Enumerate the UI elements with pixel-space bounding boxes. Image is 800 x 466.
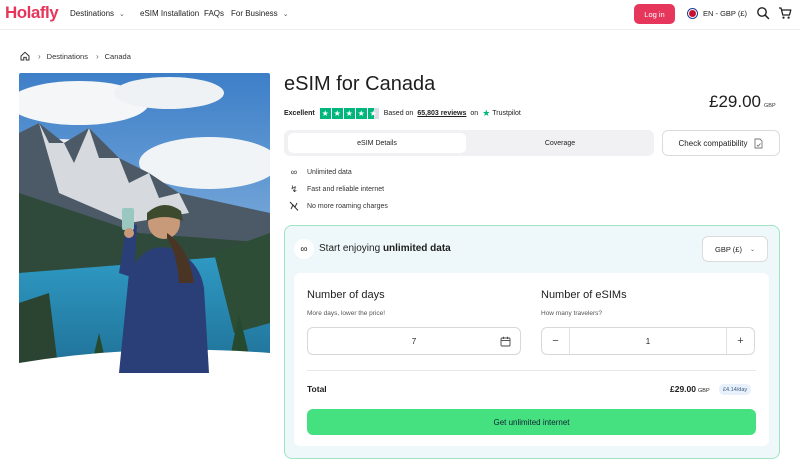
total-price: £29.00 GBP <box>670 384 710 394</box>
chevron-down-icon: ⌄ <box>119 11 125 18</box>
document-icon <box>755 138 763 148</box>
nav-faqs-label: FAQs <box>204 9 225 18</box>
divider <box>307 370 756 371</box>
home-icon[interactable] <box>20 51 30 61</box>
days-title: Number of days <box>307 289 385 301</box>
feature-no-roaming: No more roaming charges <box>288 201 388 211</box>
days-field[interactable]: 7 <box>307 327 521 355</box>
chevron-right-icon: › <box>95 51 99 61</box>
trustpilot-star-icon: ★ <box>482 108 491 118</box>
plan-heading-bold: unlimited data <box>382 243 451 254</box>
reviews-link[interactable]: 65,803 reviews <box>417 110 466 117</box>
star-icon: ★ <box>343 108 355 119</box>
language-selector[interactable]: EN - GBP (£) <box>688 9 747 18</box>
currency-select[interactable]: GBP (£) ⌄ <box>702 236 768 262</box>
tab-esim-details[interactable]: eSIM Details <box>288 133 466 153</box>
half-star-icon: ★ <box>367 108 379 119</box>
star-icon: ★ <box>319 108 331 119</box>
infinity-icon: ∞ <box>294 239 314 259</box>
star-rating: ★ ★ ★ ★ ★ <box>319 108 379 119</box>
holafly-logo[interactable]: Holafly <box>5 3 59 23</box>
days-value: 7 <box>411 336 417 346</box>
calendar-icon[interactable] <box>500 336 511 347</box>
chevron-down-icon: ⌄ <box>749 246 755 253</box>
plan-heading-prefix: Start enjoying <box>319 243 381 254</box>
logo-text: Holafly <box>5 3 59 22</box>
breadcrumb-destinations[interactable]: Destinations <box>47 52 88 61</box>
star-icon: ★ <box>331 108 343 119</box>
check-compatibility-button[interactable]: Check compatibility <box>662 130 780 156</box>
feature-unlimited-data: ∞ Unlimited data <box>288 167 352 177</box>
hero-image <box>19 73 270 375</box>
feature-label: Fast and reliable internet <box>307 185 385 193</box>
feature-label: Unlimited data <box>307 168 352 176</box>
esims-title: Number of eSIMs <box>541 289 627 301</box>
check-compatibility-label: Check compatibility <box>678 138 748 148</box>
price-currency: GBP <box>764 103 776 109</box>
uk-flag-icon <box>688 9 697 18</box>
feature-fast-internet: ↯ Fast and reliable internet <box>288 184 384 194</box>
details-tabs: eSIM Details Coverage <box>284 130 654 156</box>
infinity-icon: ∞ <box>290 167 298 177</box>
decrement-button[interactable]: − <box>542 328 570 354</box>
no-roaming-icon <box>289 201 299 211</box>
total-price-currency: GBP <box>698 388 710 394</box>
plan-heading: Start enjoying unlimited data <box>319 243 451 254</box>
total-label: Total <box>307 384 327 394</box>
nav-destinations[interactable]: Destinations ⌄ <box>70 9 125 18</box>
language-label: EN - GBP (£) <box>703 9 748 18</box>
top-header: Holafly Destinations ⌄ eSIM Installation … <box>0 0 800 30</box>
trustpilot-rating: Excellent ★ ★ ★ ★ ★ Based on 65,803 revi… <box>284 108 521 119</box>
feature-label: No more roaming charges <box>307 202 388 210</box>
chevron-right-icon: › <box>38 51 41 61</box>
increment-button[interactable]: + <box>726 328 754 354</box>
per-day-badge: £4.14/day <box>719 384 752 395</box>
nav-esim-installation[interactable]: eSIM Installation <box>140 9 199 18</box>
tab-coverage[interactable]: Coverage <box>470 133 650 153</box>
login-button[interactable]: Log in <box>634 4 675 24</box>
nav-for-business[interactable]: For Business ⌄ <box>231 9 289 18</box>
breadcrumb-canada: Canada <box>104 51 131 61</box>
nav-for-business-label: For Business <box>231 9 278 18</box>
page-title: eSIM for Canada <box>284 73 436 95</box>
get-unlimited-internet-button[interactable]: Get unlimited internet <box>307 409 756 435</box>
reviews-prefix: Based on <box>383 110 414 117</box>
cart-icon[interactable] <box>778 6 792 20</box>
chevron-down-icon: ⌄ <box>282 11 289 18</box>
reviews-on: on <box>470 110 479 117</box>
price-value: £29.00 <box>709 92 761 111</box>
nav-esim-installation-label: eSIM Installation <box>140 9 200 18</box>
breadcrumb: › Destinations › Canada <box>20 51 131 61</box>
esims-subtitle: How many travelers? <box>541 310 603 317</box>
bolt-icon: ↯ <box>290 183 298 194</box>
search-icon[interactable] <box>756 6 770 20</box>
nav-destinations-label: Destinations <box>70 9 115 18</box>
product-price: £29.00 GBP <box>709 92 776 112</box>
rating-label: Excellent <box>284 110 315 117</box>
nav-faqs[interactable]: FAQs <box>204 9 224 18</box>
trustpilot-label: Trustpilot <box>492 110 521 117</box>
esims-value[interactable]: 1 <box>570 328 726 354</box>
currency-select-label: GBP (£) <box>715 244 742 254</box>
days-subtitle: More days, lower the price! <box>307 310 386 317</box>
esims-stepper: − 1 + <box>541 327 755 355</box>
total-price-value: £29.00 <box>670 384 696 394</box>
star-icon: ★ <box>355 108 367 119</box>
